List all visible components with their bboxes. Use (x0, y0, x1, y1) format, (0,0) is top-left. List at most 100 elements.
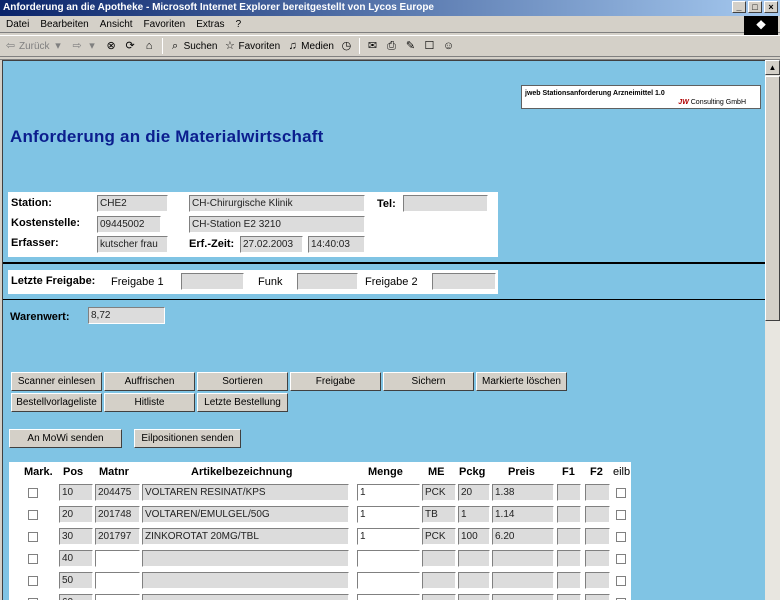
refresh-icon[interactable]: ⟳ (124, 40, 137, 53)
menu-ansicht[interactable]: Ansicht (100, 19, 133, 30)
minimize-button[interactable]: _ (732, 1, 746, 13)
row-eilb-checkbox[interactable] (616, 576, 626, 586)
scanner-einlesen-button[interactable]: Scanner einlesen (11, 372, 102, 391)
home-icon[interactable]: ⌂ (143, 40, 156, 53)
bestellvorlageliste-button[interactable]: Bestellvorlageliste (11, 393, 102, 412)
row-mark-checkbox[interactable] (28, 554, 38, 564)
print-icon[interactable]: ⎙ (385, 40, 398, 53)
col-header-artikelbezeichnung: Artikelbezeichnung (191, 466, 293, 478)
row-menge-input[interactable]: 1 (357, 484, 420, 501)
edit-icon[interactable]: ✎ (404, 40, 417, 53)
row-me (422, 572, 456, 589)
row-pckg (458, 594, 490, 600)
row-mark-checkbox[interactable] (28, 532, 38, 542)
close-button[interactable]: × (764, 1, 778, 13)
menu-datei[interactable]: Datei (6, 19, 29, 30)
freigabe2-label: Freigabe 2 (365, 276, 418, 288)
row-preis: 1.14 (492, 506, 554, 523)
row-artikel (142, 550, 349, 567)
erfasser-label: Erfasser: (11, 237, 59, 249)
row-preis (492, 572, 554, 589)
menu-extras[interactable]: Extras (196, 19, 224, 30)
an-mowi-senden-button[interactable]: An MoWi senden (9, 429, 122, 448)
vertical-scrollbar[interactable]: ▲ (765, 60, 780, 600)
toolbar-separator (358, 38, 360, 54)
row-pckg (458, 550, 490, 567)
history-icon[interactable]: ◷ (340, 40, 353, 53)
row-f2 (585, 594, 610, 600)
station-name-field: CH-Chirurgische Klinik (189, 195, 365, 212)
dropdown-icon: ▾ (55, 39, 61, 52)
col-header-me: ME (428, 466, 445, 478)
row-menge-input[interactable] (357, 594, 420, 600)
row-eilb-checkbox[interactable] (616, 488, 626, 498)
warenwert-label: Warenwert: (10, 311, 70, 323)
hitliste-button[interactable]: Hitliste (104, 393, 195, 412)
row-me (422, 550, 456, 567)
favorites-button[interactable]: ☆ Favoriten (223, 40, 280, 53)
freigabe-button[interactable]: Freigabe (290, 372, 381, 391)
erfzeit-label: Erf.-Zeit: (189, 238, 235, 250)
divider (3, 262, 765, 264)
row-pckg: 1 (458, 506, 490, 523)
erfzeit-time-field: 14:40:03 (308, 236, 365, 253)
eilpositionen-senden-button[interactable]: Eilpositionen senden (134, 429, 241, 448)
menu-help[interactable]: ? (236, 19, 242, 30)
stop-icon[interactable]: ⊗ (105, 40, 118, 53)
col-header-menge: Menge (368, 466, 403, 478)
row-artikel: VOLTAREN/EMULGEL/50G (142, 506, 349, 523)
auffrischen-button[interactable]: Auffrischen (104, 372, 195, 391)
row-artikel: ZINKOROTAT 20MG/TBL (142, 528, 349, 545)
row-f2 (585, 506, 610, 523)
search-button[interactable]: ⌕ Suchen (169, 40, 218, 53)
row-me (422, 594, 456, 600)
menu-bearbeiten[interactable]: Bearbeiten (40, 19, 88, 30)
row-eilb-checkbox[interactable] (616, 554, 626, 564)
sichern-button[interactable]: Sichern (383, 372, 474, 391)
menu-favoriten[interactable]: Favoriten (144, 19, 186, 30)
dropdown-icon: ▾ (89, 39, 95, 52)
row-pos: 60 (59, 594, 93, 600)
menu-bar: Datei Bearbeiten Ansicht Favoriten Extra… (0, 16, 780, 33)
row-menge-input[interactable] (357, 550, 420, 567)
row-matnr-input[interactable] (95, 594, 140, 600)
row-mark-checkbox[interactable] (28, 510, 38, 520)
forward-arrow-icon: ⇨ (72, 39, 82, 52)
media-button[interactable]: ♫ Medien (286, 40, 334, 53)
forward-button[interactable]: ⇨ ▾ (71, 40, 99, 53)
back-button[interactable]: ⇦ Zurück ▾ (4, 40, 65, 53)
row-eilb-checkbox[interactable] (616, 532, 626, 542)
row-menge-input[interactable] (357, 572, 420, 589)
kostenstelle-label: Kostenstelle: (11, 217, 81, 229)
scrollbar-thumb[interactable] (765, 76, 780, 321)
maximize-button[interactable]: □ (748, 1, 762, 13)
row-matnr-input[interactable] (95, 550, 140, 567)
row-f1 (557, 594, 581, 600)
row-f1 (557, 572, 581, 589)
row-pckg: 100 (458, 528, 490, 545)
mail-icon[interactable]: ✉ (366, 40, 379, 53)
row-f1 (557, 506, 581, 523)
page-content: jweb Stationsanforderung Arzneimittel 1.… (2, 60, 765, 600)
sortieren-button[interactable]: Sortieren (197, 372, 288, 391)
row-preis (492, 594, 554, 600)
favorites-label: Favoriten (238, 40, 281, 52)
messenger-icon[interactable]: ☺ (442, 40, 455, 53)
row-matnr-input[interactable] (95, 572, 140, 589)
row-eilb-checkbox[interactable] (616, 510, 626, 520)
row-preis: 6.20 (492, 528, 554, 545)
media-icon: ♫ (288, 39, 297, 52)
row-mark-checkbox[interactable] (28, 576, 38, 586)
freigabe2-field (432, 273, 496, 290)
markierte-loeschen-button[interactable]: Markierte löschen (476, 372, 567, 391)
row-mark-checkbox[interactable] (28, 488, 38, 498)
row-pos: 10 (59, 484, 93, 501)
row-preis (492, 550, 554, 567)
row-f1 (557, 484, 581, 501)
browser-toolbar: ⇦ Zurück ▾ ⇨ ▾ ⊗ ⟳ ⌂ ⌕ Suchen ☆ Favorite… (0, 35, 780, 57)
scroll-up-icon[interactable]: ▲ (765, 60, 780, 75)
row-menge-input[interactable]: 1 (357, 528, 420, 545)
letzte-bestellung-button[interactable]: Letzte Bestellung (197, 393, 288, 412)
discuss-icon[interactable]: ☐ (423, 40, 436, 53)
row-menge-input[interactable]: 1 (357, 506, 420, 523)
